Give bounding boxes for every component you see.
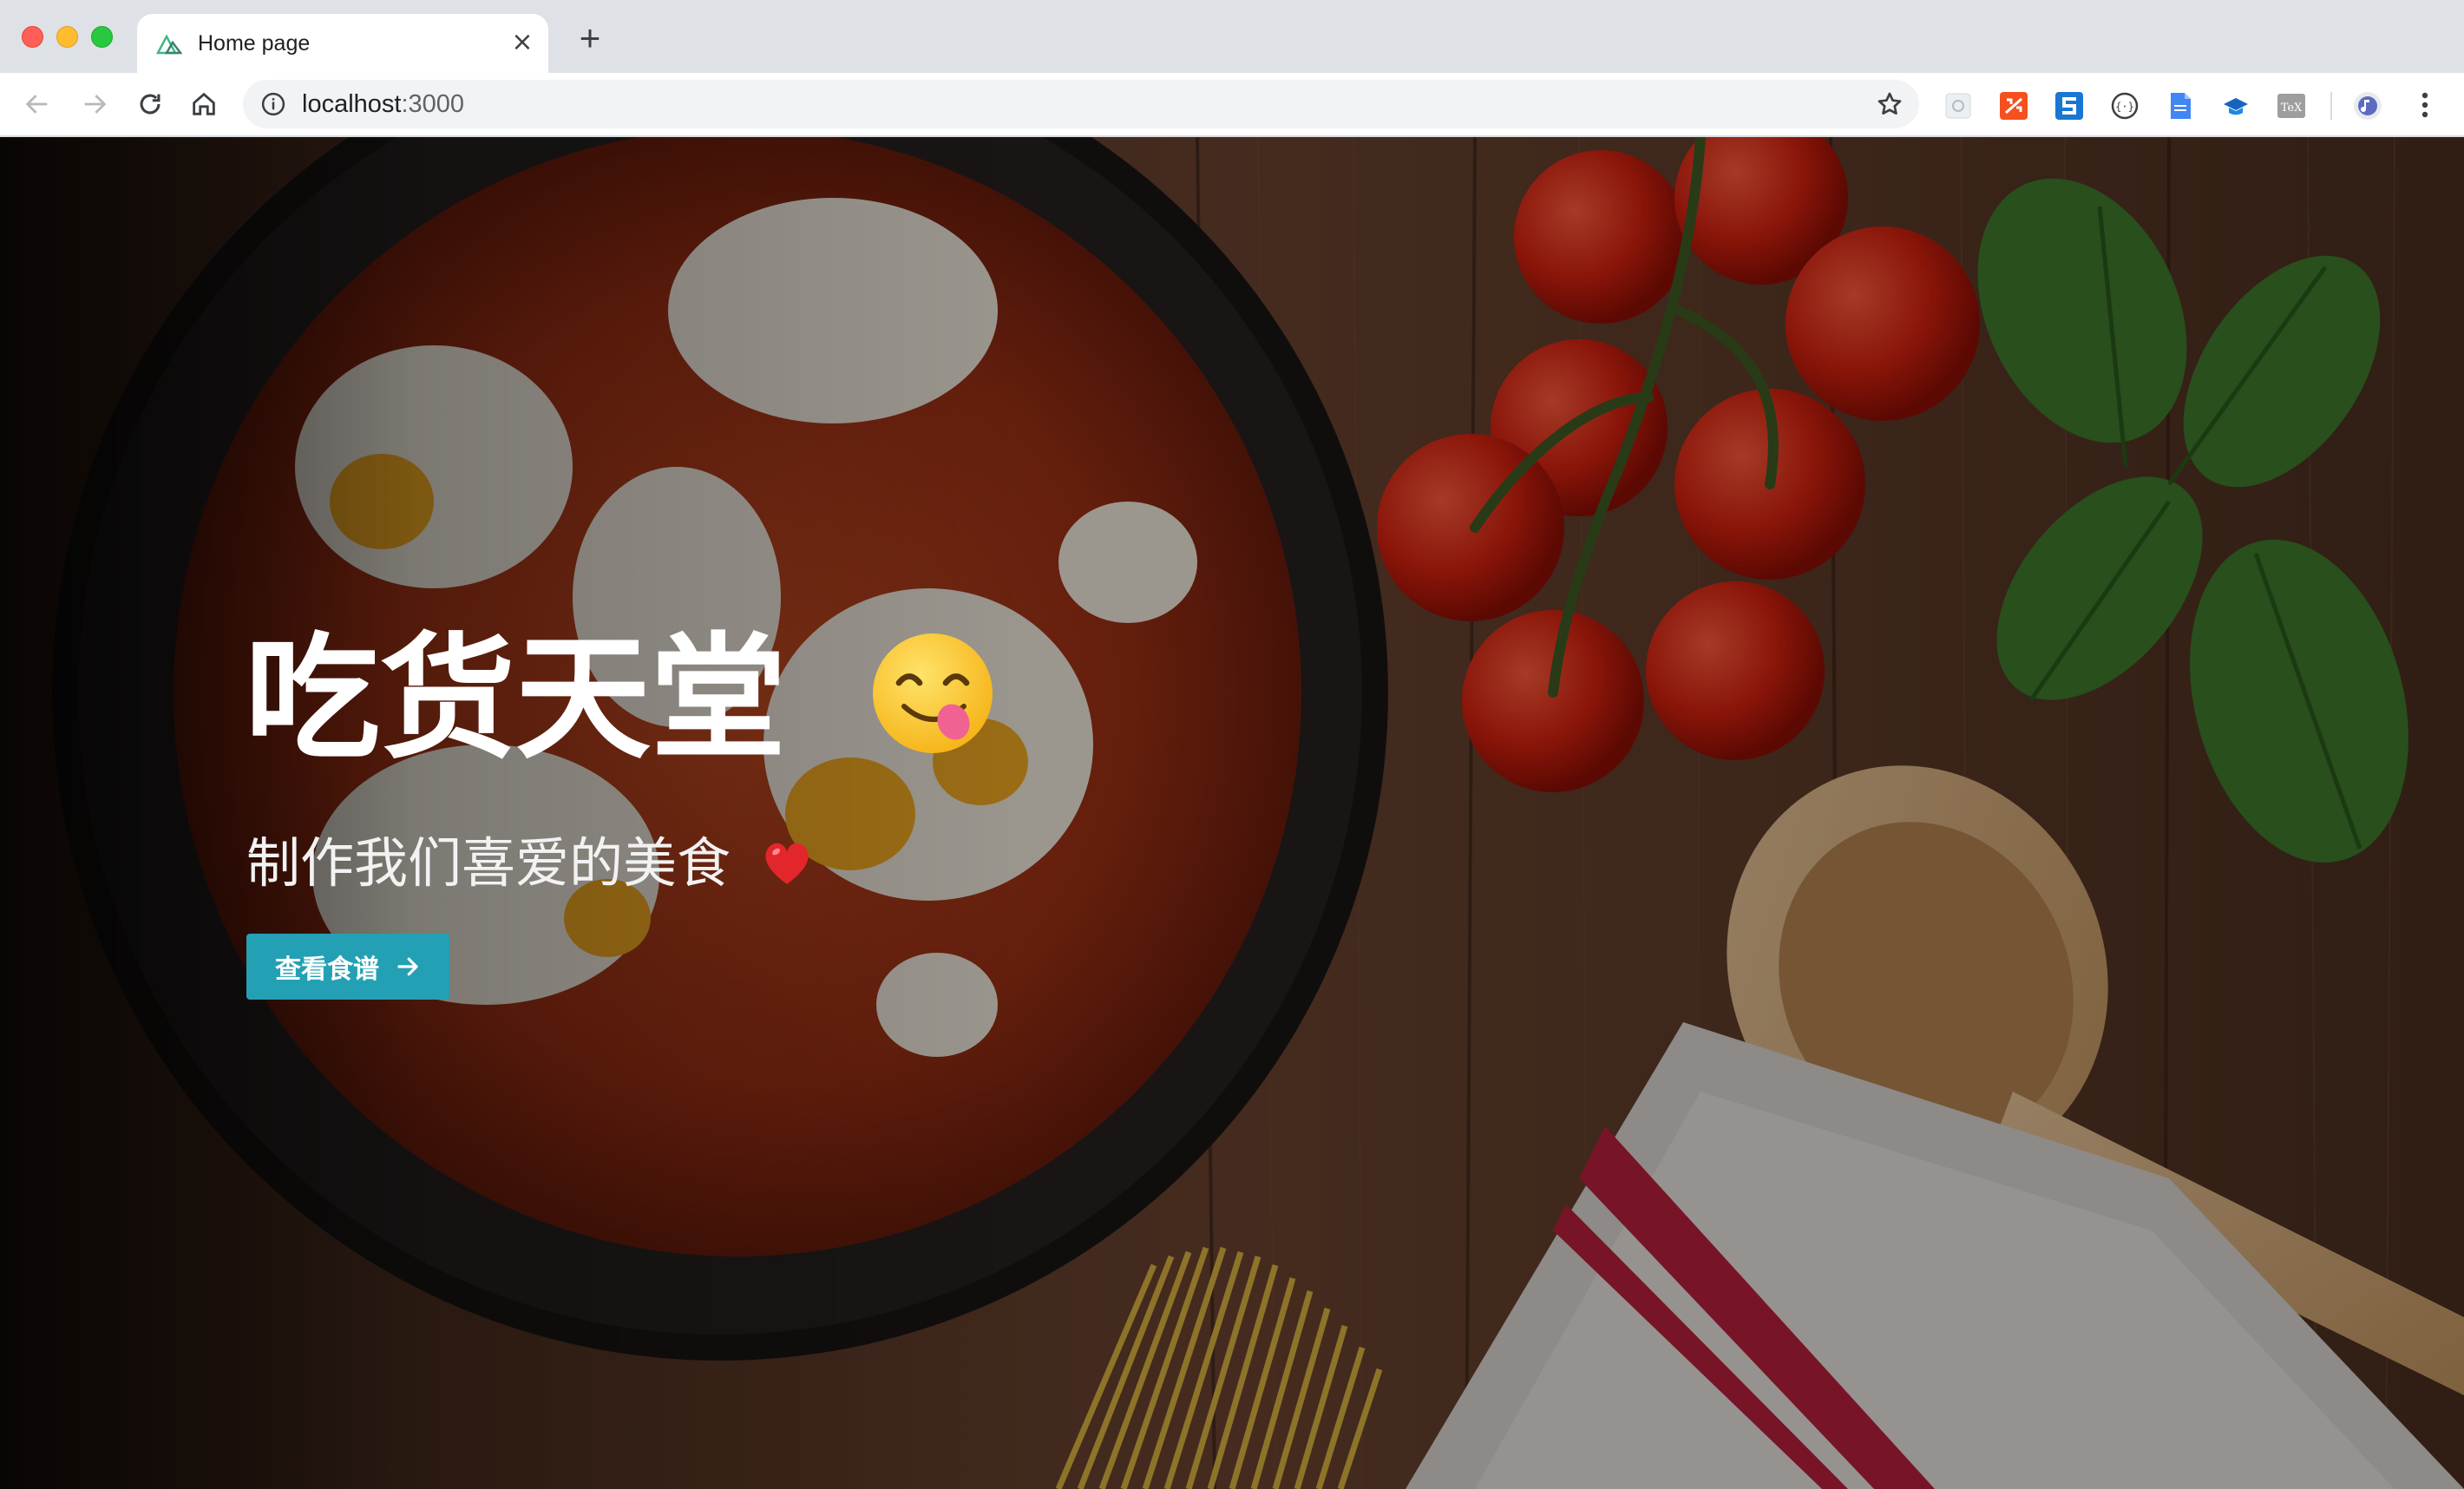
- svg-text:TeX: TeX: [2281, 102, 2303, 115]
- tab-title: Home page: [198, 31, 311, 56]
- reload-icon: [140, 94, 161, 115]
- home-icon: [193, 92, 215, 115]
- ext-6-icon[interactable]: [2221, 91, 2251, 121]
- red-heart-emoji-icon: [765, 843, 809, 884]
- view-recipes-label: 查看食谱: [275, 954, 379, 985]
- browser-tab-bar: Home page × +: [0, 0, 2464, 73]
- profile-avatar-icon[interactable]: [2353, 91, 2382, 121]
- svg-text:{·}: {·}: [2115, 101, 2134, 113]
- ext-3-icon[interactable]: [2054, 91, 2084, 121]
- ext-4-icon[interactable]: {·}: [2110, 91, 2140, 121]
- hero-title: 吃货天堂: [245, 616, 998, 781]
- ext-5-icon[interactable]: [2166, 91, 2195, 121]
- reload-button[interactable]: [130, 84, 170, 124]
- ext-7-icon[interactable]: TeX: [2277, 91, 2306, 121]
- ext-1-icon[interactable]: [1943, 91, 1973, 121]
- arrow-right-icon: [84, 95, 107, 114]
- home-button[interactable]: [184, 84, 224, 124]
- url-port: :3000: [401, 90, 465, 118]
- page-viewport: 吃货天堂 制作我们喜爱的美食 查看食谱: [0, 137, 2464, 1489]
- nuxt-logo-icon: [156, 34, 182, 55]
- url-host: localhost: [302, 90, 402, 118]
- tab-close-icon[interactable]: ×: [508, 30, 536, 57]
- hero-subtitle-text: 制作我们喜爱的美食: [246, 831, 731, 895]
- arrow-right-icon: [397, 957, 418, 976]
- ext-2-icon[interactable]: [1999, 91, 2028, 121]
- arrow-left-icon: [25, 95, 48, 114]
- back-button[interactable]: [17, 84, 57, 124]
- bookmark-star-icon[interactable]: [1876, 90, 1904, 118]
- hero-title-text: 吃货天堂: [245, 619, 786, 777]
- url-text: localhost:3000: [302, 89, 464, 120]
- address-bar[interactable]: localhost:3000: [243, 80, 1919, 128]
- hero-dark-overlay: [0, 137, 2464, 1489]
- browser-tab-home[interactable]: Home page ×: [137, 14, 548, 73]
- yum-face-emoji-icon: [873, 633, 993, 753]
- window-minimize-button[interactable]: [56, 26, 78, 48]
- toolbar-divider: [2330, 92, 2332, 120]
- new-tab-button[interactable]: +: [573, 20, 607, 57]
- browser-toolbar: localhost:3000 {·} TeX: [0, 73, 2464, 137]
- hero-subtitle: 制作我们喜爱的美食: [246, 824, 814, 902]
- forward-button[interactable]: [75, 84, 115, 124]
- info-icon[interactable]: [260, 91, 286, 117]
- more-menu-icon[interactable]: [2412, 88, 2438, 122]
- window-zoom-button[interactable]: [91, 26, 113, 48]
- window-close-button[interactable]: [22, 26, 43, 48]
- view-recipes-button[interactable]: 查看食谱: [246, 934, 449, 1000]
